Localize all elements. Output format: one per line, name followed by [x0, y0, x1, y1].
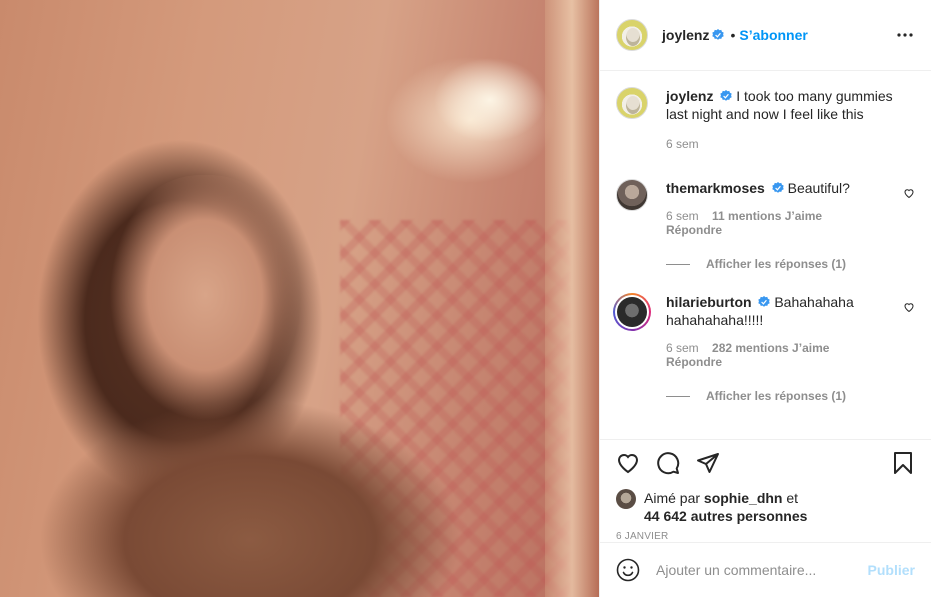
comment-composer: Publier	[600, 542, 931, 597]
view-replies-button[interactable]: Afficher les réponses (1)	[666, 257, 915, 271]
replies-divider	[666, 263, 690, 265]
commenter-username[interactable]: hilarieburton	[666, 294, 752, 310]
comment-likes[interactable]: 282 mentions J’aime	[712, 341, 829, 355]
bookmark-icon	[894, 451, 912, 474]
photo-sweater	[40, 400, 460, 597]
post-dialog: joylenz • S’abonner joylenz I took too m…	[0, 0, 931, 597]
view-replies-button[interactable]: Afficher les réponses (1)	[666, 389, 915, 403]
verified-badge-icon	[720, 90, 733, 101]
caption-age[interactable]: 6 sem	[666, 137, 699, 151]
comment-input[interactable]	[656, 562, 868, 578]
likes-prefix: Aimé par	[644, 490, 701, 506]
likes-others-link[interactable]: 44 642 autres personnes	[644, 508, 807, 524]
comment-likes[interactable]: 11 mentions J’aime	[712, 209, 822, 223]
heart-icon[interactable]	[903, 187, 915, 199]
photo-face	[105, 175, 305, 425]
commenter-avatar[interactable]	[616, 179, 648, 211]
author-avatar[interactable]	[616, 19, 648, 51]
post-header: joylenz • S’abonner	[600, 0, 931, 71]
caption-author-avatar[interactable]	[616, 87, 648, 119]
comment-icon	[657, 451, 680, 474]
comment-age[interactable]: 6 sem	[666, 341, 699, 355]
follow-button[interactable]: S’abonner	[739, 27, 807, 43]
post-actions-bar	[600, 439, 931, 485]
heart-icon[interactable]	[903, 301, 915, 313]
heart-icon	[617, 453, 639, 473]
story-ring[interactable]	[613, 293, 651, 331]
publish-button[interactable]: Publier	[868, 562, 915, 578]
share-button[interactable]	[696, 451, 720, 475]
save-button[interactable]	[891, 451, 915, 475]
commenter-avatar	[617, 297, 647, 327]
like-button[interactable]	[616, 451, 640, 475]
emoji-button[interactable]	[616, 558, 640, 582]
comment-text: Beautiful?	[787, 180, 850, 196]
comments-list[interactable]: joylenz I took too many gummies last nig…	[600, 71, 931, 439]
post-side-panel: joylenz • S’abonner joylenz I took too m…	[599, 0, 931, 597]
comment-button[interactable]	[656, 451, 680, 475]
liker-username[interactable]: sophie_dhn	[704, 490, 783, 506]
share-icon	[697, 452, 719, 473]
reply-button[interactable]: Répondre	[666, 355, 897, 369]
commenter-username[interactable]: themarkmoses	[666, 180, 765, 196]
post-photo[interactable]	[0, 0, 599, 597]
caption-row: joylenz I took too many gummies last nig…	[616, 87, 915, 151]
likes-joiner: et	[786, 490, 799, 506]
photo-moulding	[545, 0, 599, 597]
more-icon	[897, 33, 913, 37]
likes-summary: Aimé par sophie_dhn et 44 642 autres per…	[600, 489, 931, 525]
comment-row: themarkmoses Beautiful? 6 sem 11 mention…	[616, 179, 915, 237]
post-date[interactable]: 6 JANVIER	[600, 531, 931, 542]
comment-row: hilarieburton Bahahahaha hahahahaha!!!!!…	[613, 293, 915, 369]
verified-badge-icon	[712, 29, 725, 40]
caption-author-username[interactable]: joylenz	[666, 88, 713, 104]
more-options-button[interactable]	[895, 25, 915, 45]
reply-button[interactable]: Répondre	[666, 223, 897, 237]
view-replies-label: Afficher les réponses (1)	[706, 257, 847, 271]
author-username[interactable]: joylenz	[662, 27, 709, 43]
liker-avatar[interactable]	[616, 489, 636, 509]
verified-badge-icon	[772, 182, 784, 193]
comment-age[interactable]: 6 sem	[666, 209, 699, 223]
view-replies-label: Afficher les réponses (1)	[706, 389, 847, 403]
separator-dot: •	[730, 27, 736, 43]
verified-badge-icon	[758, 296, 771, 307]
replies-divider	[666, 395, 690, 397]
emoji-icon	[616, 558, 640, 582]
